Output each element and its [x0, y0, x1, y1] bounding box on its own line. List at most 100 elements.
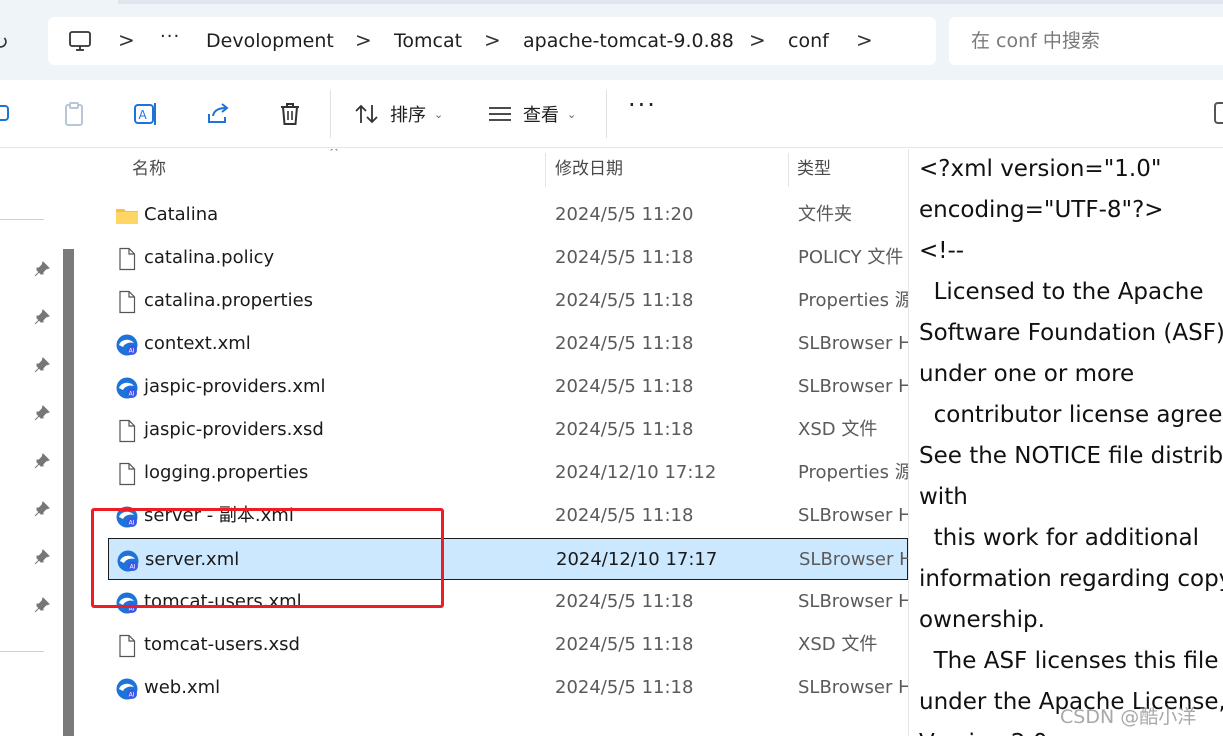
file-type: Properties 源	[798, 462, 908, 483]
column-header-date[interactable]: 修改日期	[555, 149, 623, 189]
preview-text-line: Software Foundation (ASF)	[919, 320, 1223, 346]
file-name: context.xml	[144, 333, 251, 354]
breadcrumb-item-devolopment[interactable]: Devolopment	[206, 17, 334, 65]
file-row[interactable]: tomcat-users.xsd 2024/5/5 11:18 XSD 文件	[108, 624, 908, 666]
file-row[interactable]: AI server.xml 2024/12/10 17:17 SLBrowser HT	[108, 538, 908, 580]
file-name: catalina.policy	[144, 247, 275, 268]
column-divider[interactable]	[545, 153, 546, 187]
file-row[interactable]: AI web.xml 2024/5/5 11:18 SLBrowser HT	[108, 667, 908, 709]
browser-icon: AI	[115, 591, 139, 615]
file-icon	[115, 634, 139, 658]
column-header-type[interactable]: 类型	[797, 149, 831, 189]
column-divider[interactable]	[788, 153, 789, 187]
file-type: POLICY 文件	[798, 247, 904, 268]
preview-pane: <?xml version="1.0" encoding="UTF-8"?> <!-…	[908, 149, 1223, 736]
file-type: SLBrowser HT	[798, 376, 908, 397]
pin-icon[interactable]	[34, 549, 50, 565]
nav-scrollbar[interactable]	[63, 249, 74, 736]
share-icon[interactable]	[204, 100, 232, 128]
file-name: web.xml	[144, 677, 221, 698]
svg-text:AI: AI	[129, 520, 135, 527]
browser-icon: AI	[115, 505, 139, 529]
preview-text-line: with	[919, 484, 968, 510]
chevron-down-icon: ⌄	[434, 107, 444, 121]
paste-icon[interactable]	[60, 100, 88, 128]
file-row[interactable]: catalina.policy 2024/5/5 11:18 POLICY 文件	[108, 237, 908, 279]
file-date: 2024/12/10 17:17	[556, 549, 718, 570]
sort-label: 排序	[390, 105, 426, 126]
chevron-right-icon[interactable]: >	[856, 17, 873, 65]
preview-text-line: ownership.	[919, 607, 1045, 633]
breadcrumb-item-conf[interactable]: conf	[788, 17, 829, 65]
toolbar-divider	[330, 90, 331, 138]
pin-icon[interactable]	[34, 453, 50, 469]
file-name: catalina.properties	[144, 290, 314, 311]
browser-icon: AI	[115, 677, 139, 701]
file-name: server.xml	[145, 549, 240, 570]
preview-text-line: Version 2.0	[919, 723, 1047, 736]
file-name: server - 副本.xml	[144, 505, 294, 526]
browser-icon: AI	[116, 549, 140, 573]
chevron-right-icon[interactable]: >	[118, 17, 135, 65]
delete-icon[interactable]	[276, 100, 304, 128]
watermark: CSDN @酷小洋	[1060, 706, 1197, 728]
sort-button[interactable]: 排序 ⌄	[354, 94, 443, 134]
file-type: SLBrowser HT	[798, 591, 908, 612]
breadcrumb[interactable]: > ··· Devolopment > Tomcat > apache-tomc…	[48, 17, 936, 65]
file-name: jaspic-providers.xml	[144, 376, 326, 397]
breadcrumb-item-apache-tomcat[interactable]: apache-tomcat-9.0.88	[523, 17, 734, 65]
file-row[interactable]: logging.properties 2024/12/10 17:12 Proper…	[108, 452, 908, 494]
file-type: SLBrowser HT	[799, 549, 908, 570]
preview-text-line: Licensed to the Apache	[919, 279, 1204, 305]
pin-icon[interactable]	[34, 501, 50, 517]
this-pc-icon[interactable]	[68, 29, 92, 53]
address-row: ↻ > ··· Devolopment > Tomcat > apache-to…	[0, 0, 1223, 80]
file-name: tomcat-users.xml	[144, 591, 302, 612]
preview-text-line: encoding="UTF-8"?>	[919, 197, 1164, 223]
file-date: 2024/5/5 11:18	[555, 505, 694, 526]
file-icon	[115, 462, 139, 486]
see-more-button[interactable]: ···	[628, 93, 657, 117]
details-pane-icon[interactable]	[1214, 102, 1223, 124]
file-row[interactable]: catalina.properties 2024/5/5 11:18 Propert…	[108, 280, 908, 322]
file-name: logging.properties	[144, 462, 309, 483]
search-input[interactable]	[949, 17, 1223, 65]
pin-icon[interactable]	[34, 309, 50, 325]
breadcrumb-item-tomcat[interactable]: Tomcat	[394, 17, 462, 65]
file-date: 2024/5/5 11:20	[555, 204, 694, 225]
view-list-icon	[489, 107, 511, 121]
search-box[interactable]	[949, 17, 1223, 65]
file-name: Catalina	[144, 204, 219, 225]
file-icon	[115, 290, 139, 314]
nav-divider	[0, 651, 44, 652]
preview-text-line: contributor license agreem	[919, 402, 1223, 428]
file-icon	[115, 247, 139, 271]
pin-icon[interactable]	[34, 261, 50, 277]
file-row[interactable]: AI jaspic-providers.xml 2024/5/5 11:18 SLBr…	[108, 366, 908, 408]
file-row[interactable]: jaspic-providers.xsd 2024/5/5 11:18 XSD 文件	[108, 409, 908, 451]
svg-text:AI: AI	[129, 348, 135, 355]
file-row[interactable]: Catalina 2024/5/5 11:20 文件夹	[108, 194, 908, 236]
chevron-right-icon[interactable]: >	[484, 17, 501, 65]
preview-text-line: <!--	[919, 238, 965, 264]
file-row[interactable]: AI tomcat-users.xml 2024/5/5 11:18 SLBrowse…	[108, 581, 908, 623]
column-header-name[interactable]: 名称	[132, 149, 166, 189]
refresh-icon[interactable]: ↻	[0, 28, 16, 56]
svg-text:AI: AI	[129, 692, 135, 699]
file-type: XSD 文件	[798, 634, 878, 655]
file-row[interactable]: AI server - 副本.xml 2024/5/5 11:18 SLBrowser…	[108, 495, 908, 537]
svg-text:A: A	[139, 108, 148, 122]
copy-icon[interactable]	[0, 100, 18, 128]
chevron-right-icon[interactable]: >	[355, 17, 372, 65]
file-row[interactable]: AI context.xml 2024/5/5 11:18 SLBrowser HT	[108, 323, 908, 365]
pin-icon[interactable]	[34, 357, 50, 373]
view-button[interactable]: 查看 ⌄	[487, 94, 576, 134]
pin-icon[interactable]	[34, 597, 50, 613]
file-type: SLBrowser HT	[798, 333, 908, 354]
rename-icon[interactable]: A	[132, 100, 160, 128]
file-name: jaspic-providers.xsd	[144, 419, 324, 440]
breadcrumb-more-button[interactable]: ···	[160, 17, 180, 65]
chevron-right-icon[interactable]: >	[749, 17, 766, 65]
pin-icon[interactable]	[34, 405, 50, 421]
preview-text-line: <?xml version="1.0"	[919, 156, 1162, 182]
